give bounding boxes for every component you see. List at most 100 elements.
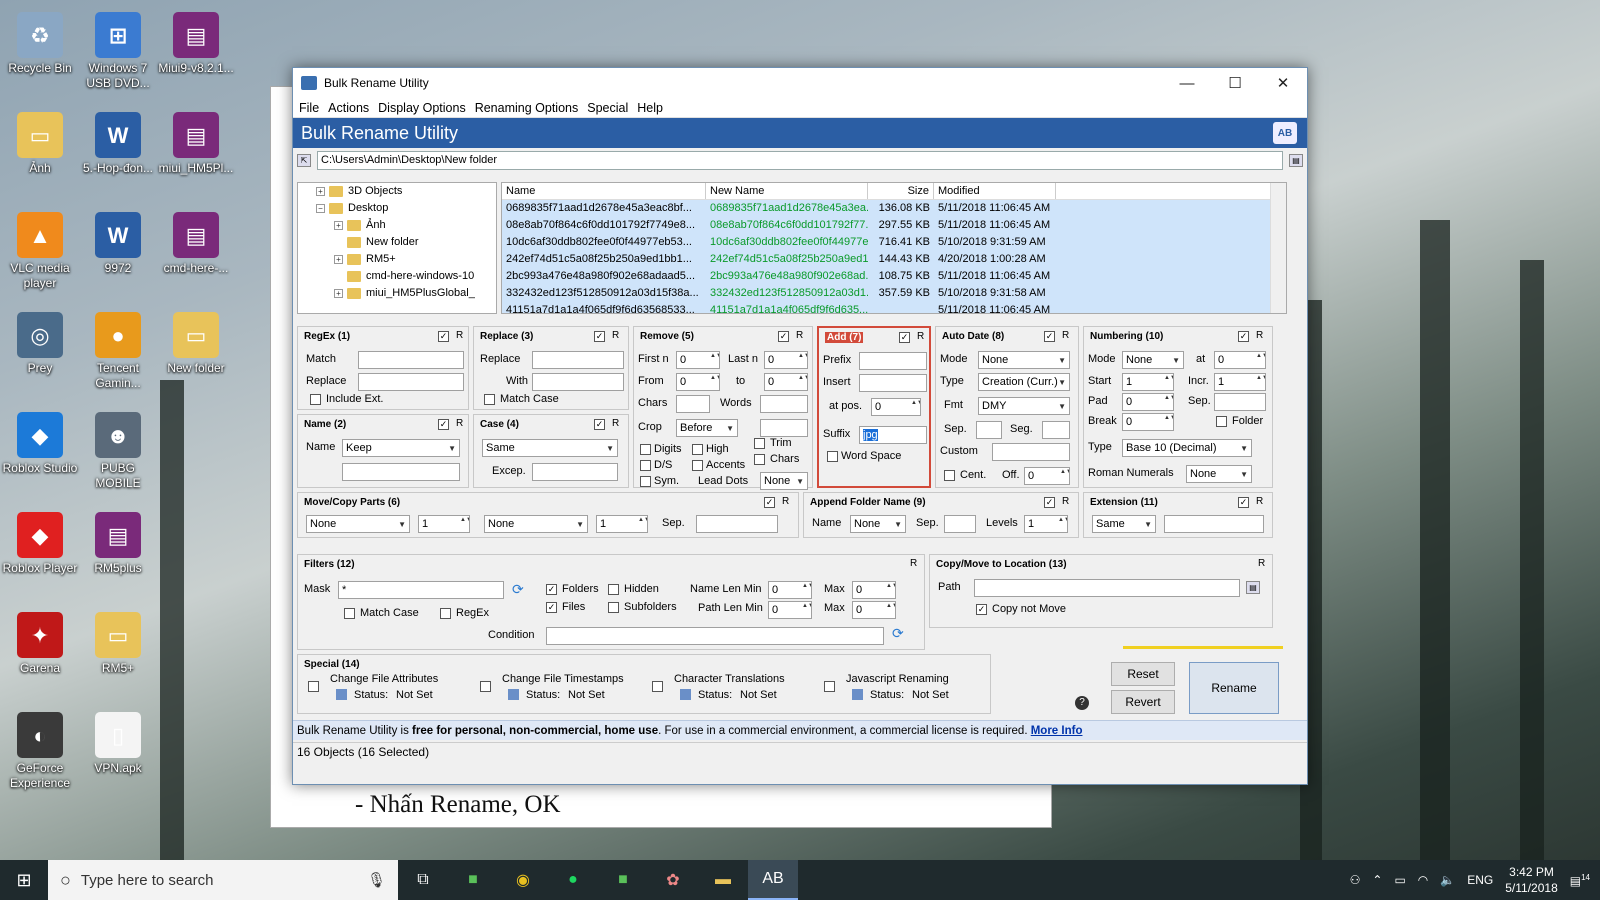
replace-reset[interactable]: R bbox=[612, 330, 619, 341]
special-option-checkbox[interactable] bbox=[652, 681, 663, 692]
numbering-at-input[interactable]: 0 bbox=[1214, 351, 1266, 369]
numbering-reset[interactable]: R bbox=[1256, 330, 1263, 341]
with-input[interactable] bbox=[532, 373, 624, 391]
rename-button[interactable]: Rename bbox=[1189, 662, 1279, 714]
last-n-input[interactable]: 0 bbox=[764, 351, 808, 369]
move-copy-sep-input[interactable] bbox=[696, 515, 778, 533]
start-input[interactable]: 1 bbox=[1122, 373, 1174, 391]
copy-not-move-checkbox[interactable]: ✓ bbox=[976, 604, 987, 615]
case-select[interactable]: Same bbox=[482, 439, 618, 457]
maximize-button[interactable]: ☐ bbox=[1211, 68, 1259, 98]
filters-reset[interactable]: R bbox=[910, 558, 917, 569]
incr-input[interactable]: 1 bbox=[1214, 373, 1266, 391]
tree-node[interactable]: − Desktop bbox=[298, 200, 496, 217]
desktop-icon[interactable]: ◐ GeForce Experience bbox=[0, 712, 80, 791]
levels-input[interactable]: 1 bbox=[1024, 515, 1068, 533]
replace-match-case-checkbox[interactable] bbox=[484, 394, 495, 405]
desktop-icon[interactable]: ▲ VLC media player bbox=[0, 212, 80, 291]
regex-replace-input[interactable] bbox=[358, 373, 464, 391]
replace-input[interactable] bbox=[532, 351, 624, 369]
name-len-max-input[interactable]: 0 bbox=[852, 581, 896, 599]
sym-checkbox[interactable] bbox=[640, 476, 651, 487]
extension-enable-checkbox[interactable]: ✓ bbox=[1238, 497, 1249, 508]
insert-input[interactable] bbox=[859, 374, 927, 392]
crop-select[interactable]: Before bbox=[676, 419, 738, 437]
language-indicator[interactable]: ENG bbox=[1467, 873, 1493, 887]
volume-icon[interactable]: 🔈 bbox=[1440, 873, 1455, 887]
move-copy-select-2[interactable]: None bbox=[484, 515, 588, 533]
paint-icon[interactable]: ✿ bbox=[648, 860, 698, 900]
col-new-name[interactable]: New Name bbox=[706, 183, 868, 199]
include-ext-checkbox[interactable] bbox=[310, 394, 321, 405]
reset-button[interactable]: Reset bbox=[1111, 662, 1175, 686]
task-view-icon[interactable]: ⧉ bbox=[398, 860, 448, 900]
move-copy-count-1[interactable]: 1 bbox=[418, 515, 470, 533]
high-checkbox[interactable] bbox=[692, 444, 703, 455]
desktop-icon[interactable]: W 5.-Hop-đon... bbox=[78, 112, 158, 176]
close-button[interactable]: ✕ bbox=[1259, 68, 1307, 98]
autodate-sep-input[interactable] bbox=[976, 421, 1002, 439]
menu-actions[interactable]: Actions bbox=[328, 101, 369, 115]
numbering-folder-checkbox[interactable] bbox=[1216, 416, 1227, 427]
tree-node[interactable]: + Ảnh bbox=[298, 217, 496, 234]
name-reset[interactable]: R bbox=[456, 418, 463, 429]
folders-checkbox[interactable]: ✓ bbox=[546, 584, 557, 595]
hidden-checkbox[interactable] bbox=[608, 584, 619, 595]
regex-match-input[interactable] bbox=[358, 351, 464, 369]
special-option-icon[interactable] bbox=[852, 689, 863, 700]
autodate-custom-input[interactable] bbox=[992, 443, 1070, 461]
filters-regex-checkbox[interactable] bbox=[440, 608, 451, 619]
refresh-condition-icon[interactable]: ⟳ bbox=[892, 625, 904, 642]
lead-dots-select[interactable]: None bbox=[760, 472, 808, 490]
chars-remove-checkbox[interactable] bbox=[754, 454, 765, 465]
regex-reset[interactable]: R bbox=[456, 330, 463, 341]
first-n-input[interactable]: 0 bbox=[676, 351, 720, 369]
copy-move-reset[interactable]: R bbox=[1258, 558, 1265, 569]
copy-path-input[interactable] bbox=[974, 579, 1240, 597]
revert-button[interactable]: Revert bbox=[1111, 690, 1175, 714]
roman-select[interactable]: None bbox=[1186, 465, 1252, 483]
remove-reset[interactable]: R bbox=[796, 330, 803, 341]
table-row[interactable]: 242ef74d51c5a08f25b250a9ed1bb1... 242ef74… bbox=[502, 251, 1286, 268]
desktop-icon[interactable]: ✦ Garena bbox=[0, 612, 80, 676]
break-input[interactable]: 0 bbox=[1122, 413, 1174, 431]
autodate-mode-select[interactable]: None bbox=[978, 351, 1070, 369]
wifi-icon[interactable]: ◠ bbox=[1418, 873, 1428, 887]
special-option-icon[interactable] bbox=[508, 689, 519, 700]
file-list-scrollbar[interactable] bbox=[1270, 183, 1286, 313]
append-folder-reset[interactable]: R bbox=[1062, 496, 1069, 507]
move-copy-enable-checkbox[interactable]: ✓ bbox=[764, 497, 775, 508]
desktop-icon[interactable]: W 9972 bbox=[78, 212, 158, 276]
autodate-seg-input[interactable] bbox=[1042, 421, 1070, 439]
name-enable-checkbox[interactable]: ✓ bbox=[438, 419, 449, 430]
folder-up-icon[interactable]: ⇱ bbox=[297, 153, 311, 167]
expand-toggle-icon[interactable]: + bbox=[316, 187, 325, 196]
table-row[interactable]: 2bc993a476e48a980f902e68adaad5... 2bc993a… bbox=[502, 268, 1286, 285]
title-bar[interactable]: Bulk Rename Utility — ☐ ✕ bbox=[293, 68, 1307, 98]
special-option-icon[interactable] bbox=[336, 689, 347, 700]
microphone-icon[interactable]: 🎙 bbox=[367, 871, 386, 889]
autodate-type-select[interactable]: Creation (Curr.) bbox=[978, 373, 1070, 391]
condition-input[interactable] bbox=[546, 627, 884, 645]
append-folder-enable-checkbox[interactable]: ✓ bbox=[1044, 497, 1055, 508]
append-name-select[interactable]: None bbox=[850, 515, 906, 533]
accents-checkbox[interactable] bbox=[692, 460, 703, 471]
cent-checkbox[interactable] bbox=[944, 470, 955, 481]
mask-input[interactable]: * bbox=[338, 581, 504, 599]
to-input[interactable]: 0 bbox=[764, 373, 808, 391]
special-option-checkbox[interactable] bbox=[308, 681, 319, 692]
numbering-mode-select[interactable]: None bbox=[1122, 351, 1184, 369]
expand-toggle-icon[interactable]: + bbox=[334, 221, 343, 230]
digits-checkbox[interactable] bbox=[640, 444, 651, 455]
table-row[interactable]: 0689835f71aad1d2678e45a3eac8bf... 0689835… bbox=[502, 200, 1286, 217]
expand-toggle-icon[interactable]: + bbox=[334, 255, 343, 264]
clock[interactable]: 3:42 PM 5/11/2018 bbox=[1505, 864, 1558, 896]
move-copy-count-2[interactable]: 1 bbox=[596, 515, 648, 533]
copy-browse-icon[interactable]: ▤ bbox=[1246, 581, 1260, 594]
chars-input[interactable] bbox=[676, 395, 710, 413]
tree-node[interactable]: + RM5+ bbox=[298, 251, 496, 268]
extension-reset[interactable]: R bbox=[1256, 496, 1263, 507]
add-reset[interactable]: R bbox=[917, 331, 924, 342]
desktop-icon[interactable]: ▭ New folder bbox=[156, 312, 236, 376]
battery-icon[interactable]: ▭ bbox=[1394, 873, 1405, 887]
